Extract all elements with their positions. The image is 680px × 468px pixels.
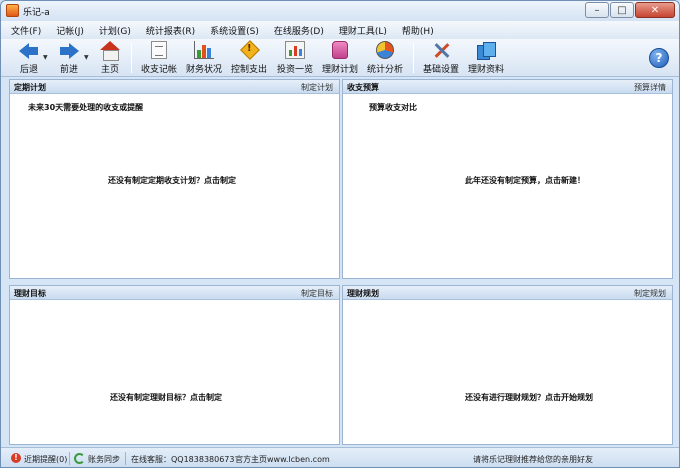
title-bar: 乐记-a – □ ✕	[1, 1, 679, 21]
app-window: 乐记-a – □ ✕ 文件(F) 记帐(J) 计划(G) 统计报表(R) 系统设…	[0, 0, 680, 468]
support-text[interactable]: 在线客服：QQ1838380673	[131, 454, 235, 465]
back-arrow-icon	[19, 41, 39, 59]
toolbar-separator	[131, 43, 132, 73]
toolbar: 后退 ▼ 前进 ▼ 主页 收支记帐 财务状况 控制支出	[1, 39, 679, 77]
finance-data-label: 理财资料	[467, 65, 504, 75]
forward-arrow-icon	[59, 41, 79, 59]
minimize-button[interactable]: –	[585, 2, 609, 18]
schedule-panel-header: 定期计划 制定计划	[10, 80, 339, 94]
window-controls: – □ ✕	[584, 2, 675, 18]
investment-label: 投资一览	[276, 65, 313, 75]
stats-button[interactable]: 统计分析	[363, 41, 407, 75]
menu-bookkeeping[interactable]: 记帐(J)	[56, 24, 84, 37]
finance-plan-button[interactable]: 理财计划	[318, 41, 362, 75]
stats-label: 统计分析	[366, 65, 403, 75]
minimize-icon: –	[594, 4, 600, 16]
menu-reports[interactable]: 统计报表(R)	[146, 24, 195, 37]
budget-empty-message[interactable]: 此年还没有制定预算，点击新建！	[465, 175, 585, 186]
menu-settings[interactable]: 系统设置(S)	[210, 24, 259, 37]
warning-sign-icon	[239, 41, 259, 59]
menu-plan[interactable]: 计划(G)	[99, 24, 131, 37]
sync-icon	[74, 453, 85, 464]
help-icon[interactable]: ?	[649, 48, 669, 68]
schedule-empty-message[interactable]: 还没有制定定期收支计划？点击制定	[108, 175, 236, 186]
toolbar-separator	[413, 43, 414, 73]
status-bar: ! 近期提醒(0) 账务同步 在线客服：QQ1838380673 官方主页www…	[1, 447, 679, 467]
planning-panel-title: 理财规划	[347, 289, 379, 298]
sync-button[interactable]: 账务同步	[88, 454, 120, 465]
back-label: 后退	[19, 65, 38, 75]
planning-create-link[interactable]: 制定规划	[634, 288, 666, 299]
budget-subtitle: 预算收支对比	[369, 103, 417, 112]
close-button[interactable]: ✕	[635, 2, 675, 18]
schedule-subtitle: 未来30天需要处理的收支或提醒	[28, 103, 144, 112]
alert-icon: !	[11, 453, 21, 463]
menu-file[interactable]: 文件(F)	[11, 24, 41, 37]
budget-panel: 收支预算 预算详情 预算收支对比 此年还没有制定预算，点击新建！	[342, 79, 673, 279]
forward-label: 前进	[59, 65, 78, 75]
close-icon: ✕	[650, 4, 660, 16]
basic-settings-label: 基础设置	[422, 65, 459, 75]
window-title: 乐记-a	[23, 8, 50, 18]
control-spending-button[interactable]: 控制支出	[227, 41, 271, 75]
schedule-panel: 定期计划 制定计划 未来30天需要处理的收支或提醒 还没有制定定期收支计划？点击…	[9, 79, 340, 279]
bar-chart-icon	[194, 41, 214, 59]
investment-button[interactable]: 投资一览	[273, 41, 317, 75]
planning-panel-header: 理财规划 制定规划	[343, 286, 672, 300]
budget-details-link[interactable]: 预算详情	[634, 82, 666, 93]
ledger-icon	[151, 41, 167, 59]
homepage-link[interactable]: 官方主页www.lcben.com	[235, 454, 330, 465]
goal-panel: 理财目标 制定目标 还没有制定理财目标？点击制定	[9, 285, 340, 445]
books-icon	[476, 41, 496, 60]
schedule-create-link[interactable]: 制定计划	[301, 82, 333, 93]
home-icon	[100, 41, 120, 61]
status-separator	[69, 452, 70, 465]
finance-status-button[interactable]: 财务状况	[182, 41, 226, 75]
goal-create-link[interactable]: 制定目标	[301, 288, 333, 299]
app-logo-icon	[6, 4, 19, 17]
home-label: 主页	[100, 65, 119, 75]
home-button[interactable]: 主页	[88, 41, 132, 75]
investment-chart-icon	[285, 41, 305, 59]
finance-status-label: 财务状况	[185, 65, 222, 75]
tools-icon	[431, 41, 451, 59]
maximize-icon: □	[617, 4, 627, 16]
planning-panel: 理财规划 制定规划 还没有进行理财规划？点击开始规划	[342, 285, 673, 445]
income-expense-button[interactable]: 收支记帐	[137, 41, 181, 75]
recommend-text[interactable]: 请将乐记理财推荐给您的亲朋好友	[473, 454, 593, 465]
planning-empty-message[interactable]: 还没有进行理财规划？点击开始规划	[465, 392, 593, 403]
menu-finance-tools[interactable]: 理财工具(L)	[339, 24, 387, 37]
basic-settings-button[interactable]: 基础设置	[419, 41, 463, 75]
income-expense-label: 收支记帐	[140, 65, 177, 75]
menu-online-service[interactable]: 在线服务(D)	[274, 24, 324, 37]
goal-panel-title: 理财目标	[14, 289, 46, 298]
pie-chart-icon	[376, 41, 394, 59]
maximize-button[interactable]: □	[610, 2, 634, 18]
piggy-jar-icon	[332, 41, 348, 59]
menu-bar: 文件(F) 记帐(J) 计划(G) 统计报表(R) 系统设置(S) 在线服务(D…	[1, 21, 679, 39]
goal-empty-message[interactable]: 还没有制定理财目标？点击制定	[110, 392, 222, 403]
finance-plan-label: 理财计划	[321, 65, 358, 75]
goal-panel-header: 理财目标 制定目标	[10, 286, 339, 300]
menu-help[interactable]: 帮助(H)	[402, 24, 434, 37]
finance-data-button[interactable]: 理财资料	[464, 41, 508, 75]
reminders-link[interactable]: 近期提醒(0)	[24, 454, 67, 465]
budget-panel-title: 收支预算	[347, 83, 379, 92]
budget-panel-header: 收支预算 预算详情	[343, 80, 672, 94]
status-separator	[125, 452, 126, 465]
control-spending-label: 控制支出	[230, 65, 267, 75]
schedule-panel-title: 定期计划	[14, 83, 46, 92]
